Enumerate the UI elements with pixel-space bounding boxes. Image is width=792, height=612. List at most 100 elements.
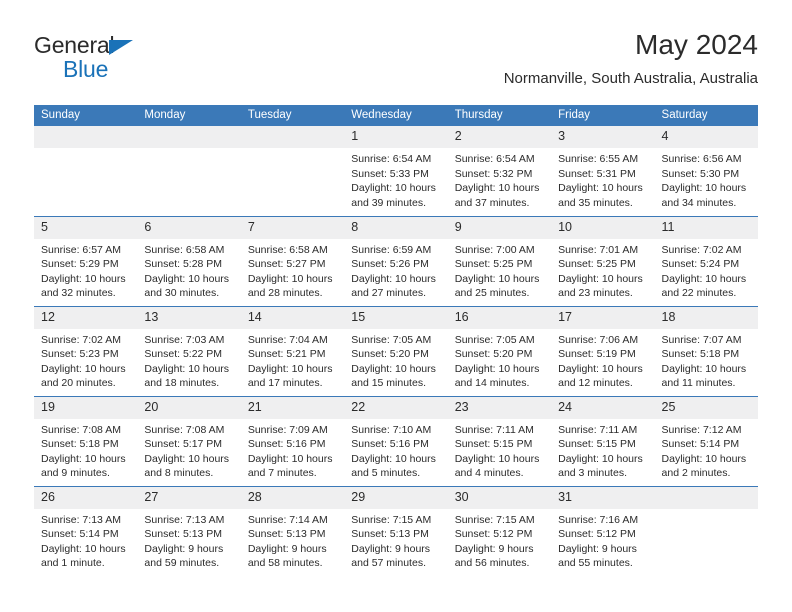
calendar-day-cell[interactable]: 20 Sunrise: 7:08 AM Sunset: 5:17 PM Dayligh… <box>137 395 241 486</box>
daylight-text-cont: and 9 minutes. <box>41 467 110 480</box>
general-blue-logo[interactable]: General Blue <box>34 32 234 88</box>
calendar-day-cell[interactable]: 14 Sunrise: 7:04 AM Sunset: 5:21 PM Dayligh… <box>240 305 345 396</box>
sunset-text: Sunset: 5:24 PM <box>661 258 740 271</box>
sunset-text: Sunset: 5:15 PM <box>558 438 636 451</box>
calendar-day-cell[interactable]: 25 Sunrise: 7:12 AM Sunset: 5:14 PM Dayligh… <box>654 395 758 486</box>
day-number: 7 <box>240 216 345 239</box>
calendar-day-cell[interactable]: 22 Sunrise: 7:10 AM Sunset: 5:16 PM Dayligh… <box>344 395 448 486</box>
daylight-text-cont: and 18 minutes. <box>144 377 220 390</box>
sunrise-text: Sunrise: 7:16 AM <box>558 513 639 526</box>
logo-text-blue: Blue <box>63 56 109 82</box>
sunset-text: Sunset: 5:30 PM <box>661 167 740 180</box>
daylight-text-cont: and 4 minutes. <box>454 467 524 480</box>
calendar-day-cell[interactable]: 8 Sunrise: 6:59 AM Sunset: 5:26 PM Daylight… <box>344 215 448 306</box>
calendar-day-cell[interactable]: 11 Sunrise: 7:02 AM Sunset: 5:24 PM Dayligh… <box>654 215 758 306</box>
sunset-text: Sunset: 5:16 PM <box>351 438 429 451</box>
day-sun-info: Sunrise: 7:05 AM Sunset: 5:20 PM Daylight:… <box>344 329 447 391</box>
calendar-day-cell[interactable]: 5 Sunrise: 6:57 AM Sunset: 5:29 PM Daylight… <box>34 215 138 306</box>
day-number: 16 <box>447 306 552 329</box>
daylight-text: Daylight: 10 hours <box>144 452 230 465</box>
day-number: 17 <box>551 306 655 329</box>
calendar-day-cell[interactable]: 6 Sunrise: 6:58 AM Sunset: 5:28 PM Daylight… <box>137 215 241 306</box>
day-number: 18 <box>654 306 758 329</box>
sunset-text: Sunset: 5:21 PM <box>247 348 326 361</box>
day-number: 29 <box>344 486 448 509</box>
day-number: 14 <box>240 306 345 329</box>
calendar-day-cell[interactable]: 2 Sunrise: 6:54 AM Sunset: 5:32 PM Daylight… <box>447 126 552 216</box>
sunrise-text: Sunrise: 7:02 AM <box>41 333 121 346</box>
daylight-text: Daylight: 9 hours <box>558 542 637 555</box>
sunrise-text: Sunrise: 7:05 AM <box>454 333 535 346</box>
day-number: 24 <box>551 396 655 419</box>
calendar-day-cell[interactable]: 13 Sunrise: 7:03 AM Sunset: 5:22 PM Dayligh… <box>137 305 241 396</box>
day-sun-info: Sunrise: 7:11 AM Sunset: 5:15 PM Daylight:… <box>448 419 551 481</box>
sunset-text: Sunset: 5:27 PM <box>247 258 326 271</box>
calendar-day-cell[interactable]: 24 Sunrise: 7:11 AM Sunset: 5:15 PM Dayligh… <box>551 395 655 486</box>
calendar-day-cell[interactable]: 1 Sunrise: 6:54 AM Sunset: 5:33 PM Daylight… <box>344 126 448 216</box>
calendar-day-cell[interactable]: 21 Sunrise: 7:09 AM Sunset: 5:16 PM Dayligh… <box>240 395 345 486</box>
calendar-day-cell[interactable]: 12 Sunrise: 7:02 AM Sunset: 5:23 PM Dayligh… <box>34 305 138 396</box>
calendar-day-cell[interactable]: 15 Sunrise: 7:05 AM Sunset: 5:20 PM Dayligh… <box>344 305 448 396</box>
sunset-text: Sunset: 5:14 PM <box>661 438 740 451</box>
calendar-day-cell[interactable]: 29 Sunrise: 7:15 AM Sunset: 5:13 PM Dayligh… <box>344 485 448 576</box>
calendar-day-cell[interactable]: 31 Sunrise: 7:16 AM Sunset: 5:12 PM Dayligh… <box>551 485 655 576</box>
sunset-text: Sunset: 5:32 PM <box>454 167 533 180</box>
daylight-text-cont: and 37 minutes. <box>454 196 530 209</box>
day-sun-info: Sunrise: 6:56 AM Sunset: 5:30 PM Daylight:… <box>655 148 758 210</box>
sunset-text: Sunset: 5:33 PM <box>351 167 429 180</box>
calendar-day-cell[interactable]: 30 Sunrise: 7:15 AM Sunset: 5:12 PM Dayligh… <box>447 485 552 576</box>
calendar-day-cell[interactable]: 18 Sunrise: 7:07 AM Sunset: 5:18 PM Dayligh… <box>654 305 758 396</box>
daylight-text: Daylight: 10 hours <box>41 542 126 555</box>
calendar-body: 1 Sunrise: 6:54 AM Sunset: 5:33 PM Daylight… <box>34 126 758 576</box>
day-number: 31 <box>551 486 655 509</box>
calendar-day-cell[interactable]: 9 Sunrise: 7:00 AM Sunset: 5:25 PM Daylight… <box>447 215 552 306</box>
day-sun-info: Sunrise: 7:14 AM Sunset: 5:13 PM Daylight:… <box>241 509 344 571</box>
sunrise-text: Sunrise: 7:02 AM <box>661 243 742 256</box>
sunset-text: Sunset: 5:23 PM <box>41 348 119 361</box>
daylight-text-cont: and 39 minutes. <box>351 196 426 209</box>
day-number: 4 <box>654 126 758 148</box>
daylight-text-cont: and 20 minutes. <box>41 377 116 390</box>
sunrise-text: Sunrise: 7:14 AM <box>247 513 328 526</box>
daylight-text: Daylight: 10 hours <box>661 452 747 465</box>
day-number <box>137 126 241 148</box>
day-sun-info: Sunrise: 7:11 AM Sunset: 5:15 PM Daylight:… <box>551 419 654 481</box>
calendar-week-row: 1 Sunrise: 6:54 AM Sunset: 5:33 PM Daylight… <box>34 126 758 216</box>
calendar-day-cell[interactable]: 10 Sunrise: 7:01 AM Sunset: 5:25 PM Dayligh… <box>551 215 655 306</box>
calendar-week-row: 5 Sunrise: 6:57 AM Sunset: 5:29 PM Daylight… <box>34 215 758 306</box>
calendar-day-cell[interactable]: 26 Sunrise: 7:13 AM Sunset: 5:14 PM Dayligh… <box>34 485 138 576</box>
calendar-day-cell[interactable]: 19 Sunrise: 7:08 AM Sunset: 5:18 PM Dayligh… <box>34 395 138 486</box>
calendar-day-cell[interactable]: 23 Sunrise: 7:11 AM Sunset: 5:15 PM Dayligh… <box>447 395 552 486</box>
day-number: 6 <box>137 216 241 239</box>
sunset-text: Sunset: 5:19 PM <box>558 348 636 361</box>
sunset-text: Sunset: 5:13 PM <box>247 528 326 541</box>
day-sun-info: Sunrise: 7:00 AM Sunset: 5:25 PM Daylight:… <box>448 239 551 301</box>
sunset-text: Sunset: 5:13 PM <box>351 528 429 541</box>
day-number: 28 <box>240 486 345 509</box>
daylight-text: Daylight: 10 hours <box>41 362 126 375</box>
day-sun-info: Sunrise: 7:01 AM Sunset: 5:25 PM Daylight:… <box>551 239 654 301</box>
calendar-day-cell[interactable]: 16 Sunrise: 7:05 AM Sunset: 5:20 PM Dayligh… <box>447 305 552 396</box>
day-number: 8 <box>344 216 448 239</box>
calendar-day-cell[interactable]: 28 Sunrise: 7:14 AM Sunset: 5:13 PM Dayligh… <box>240 485 345 576</box>
day-sun-info: Sunrise: 6:58 AM Sunset: 5:27 PM Daylight:… <box>241 239 344 301</box>
daylight-text: Daylight: 10 hours <box>454 182 540 195</box>
daylight-text-cont: and 2 minutes. <box>661 467 731 480</box>
sunrise-text: Sunrise: 7:15 AM <box>454 513 535 526</box>
day-number: 5 <box>34 216 138 239</box>
calendar-day-cell[interactable]: 7 Sunrise: 6:58 AM Sunset: 5:27 PM Daylight… <box>240 215 345 306</box>
daylight-text-cont: and 23 minutes. <box>558 287 633 300</box>
calendar-day-cell[interactable]: 4 Sunrise: 6:56 AM Sunset: 5:30 PM Daylight… <box>654 126 758 216</box>
sunrise-text: Sunrise: 7:06 AM <box>558 333 639 346</box>
daylight-text: Daylight: 10 hours <box>351 452 436 465</box>
calendar-day-cell[interactable]: 3 Sunrise: 6:55 AM Sunset: 5:31 PM Daylight… <box>551 126 655 216</box>
calendar-day-cell[interactable]: 27 Sunrise: 7:13 AM Sunset: 5:13 PM Dayligh… <box>137 485 241 576</box>
sunrise-text: Sunrise: 7:04 AM <box>247 333 328 346</box>
daylight-text: Daylight: 10 hours <box>661 272 747 285</box>
calendar-day-cell[interactable]: 17 Sunrise: 7:06 AM Sunset: 5:19 PM Dayligh… <box>551 305 655 396</box>
daylight-text-cont: and 25 minutes. <box>454 287 530 300</box>
day-number: 22 <box>344 396 448 419</box>
sunrise-text: Sunrise: 6:57 AM <box>41 243 121 256</box>
daylight-text-cont: and 14 minutes. <box>454 377 530 390</box>
daylight-text: Daylight: 10 hours <box>661 362 747 375</box>
